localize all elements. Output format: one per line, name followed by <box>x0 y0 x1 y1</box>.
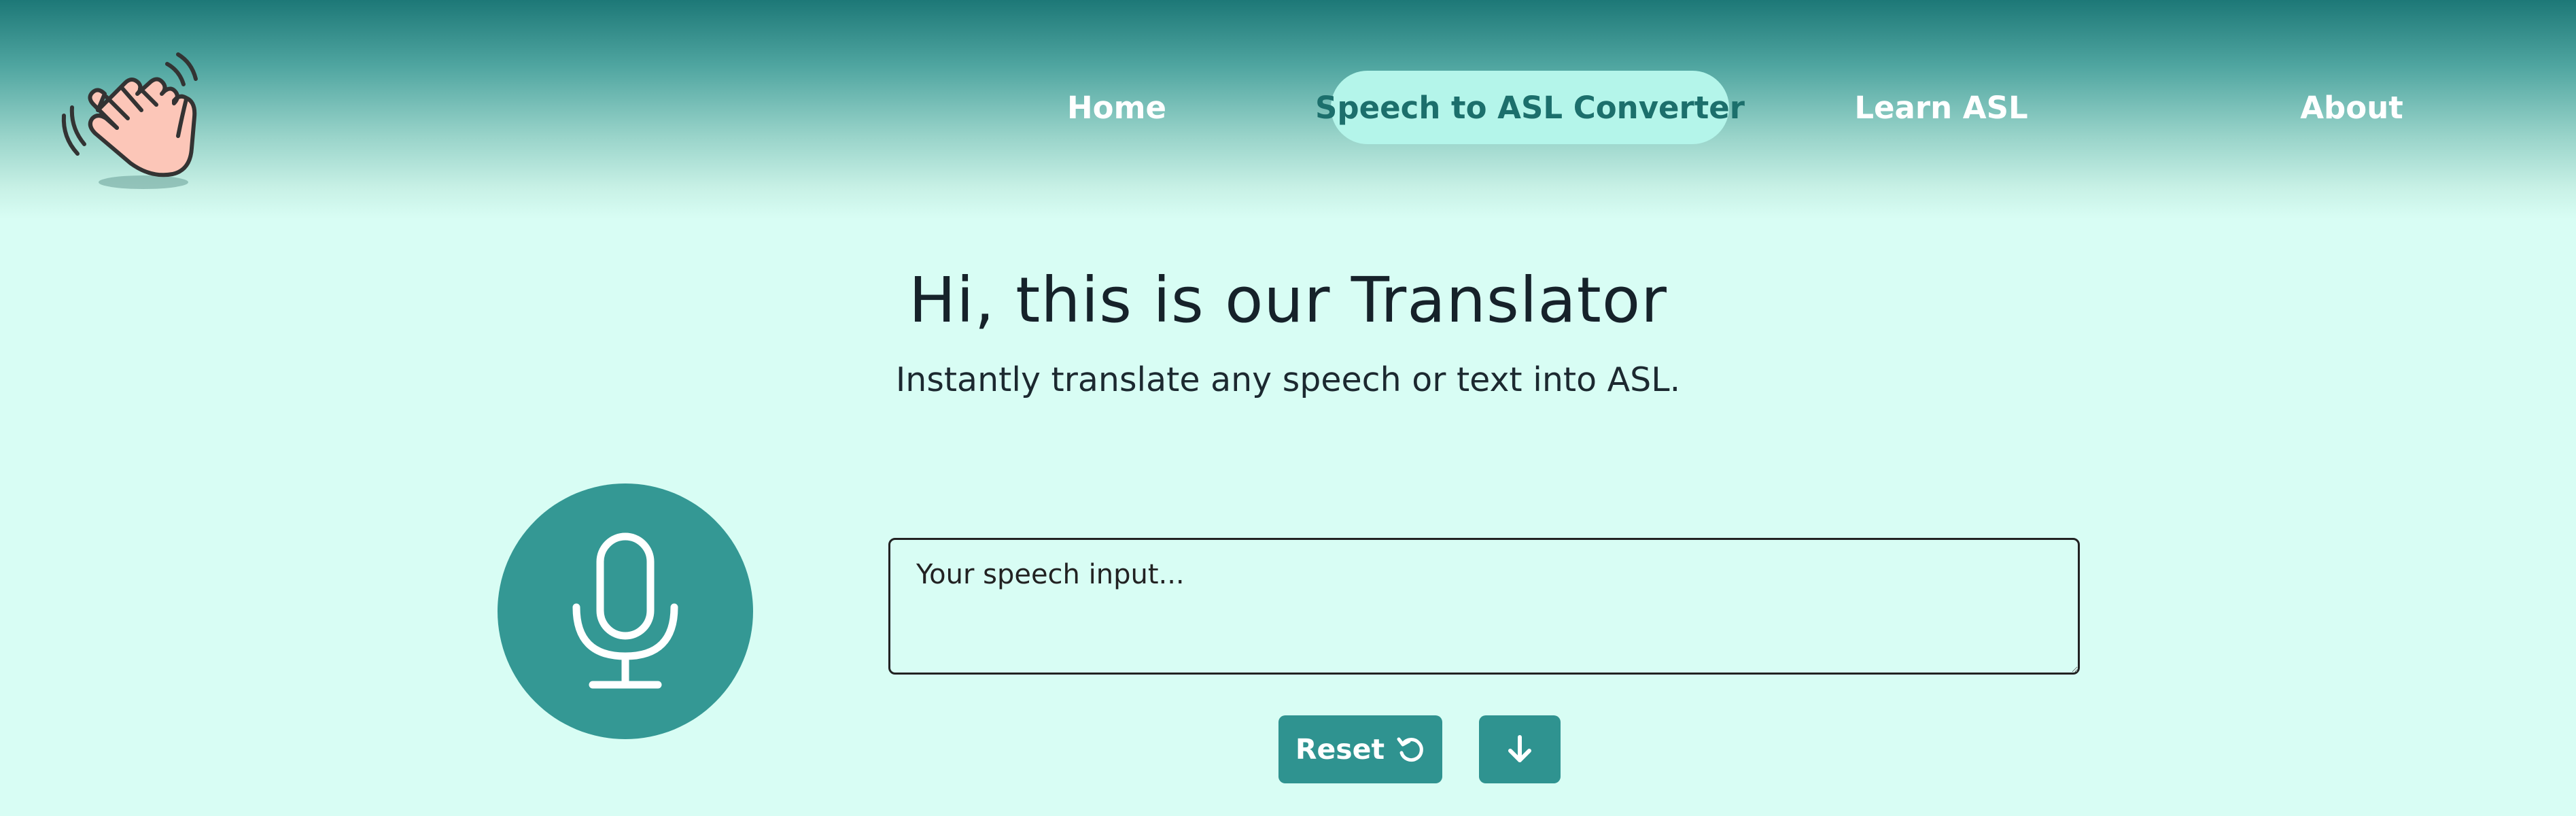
reset-button[interactable]: Reset <box>1278 715 1442 783</box>
page-title: Hi, this is our Translator <box>909 264 1667 337</box>
page-subtitle: Instantly translate any speech or text i… <box>895 360 1681 399</box>
nav-learn-asl[interactable]: Learn ASL <box>1853 71 2030 144</box>
microphone-icon <box>572 532 678 689</box>
speech-input[interactable] <box>888 538 2080 675</box>
microphone-button[interactable] <box>498 483 753 739</box>
nav-home[interactable]: Home <box>1052 71 1181 144</box>
reset-button-label: Reset <box>1295 733 1385 766</box>
header: Home Speech to ASL Converter Learn ASL A… <box>0 0 2576 219</box>
nav-about[interactable]: About <box>2285 71 2418 144</box>
download-button[interactable] <box>1479 715 1561 783</box>
rotate-ccw-icon <box>1397 737 1423 762</box>
arrow-down-icon <box>1508 735 1531 762</box>
waving-hand-icon[interactable] <box>57 34 213 197</box>
nav-speech-to-asl-converter[interactable]: Speech to ASL Converter <box>1315 71 1745 144</box>
